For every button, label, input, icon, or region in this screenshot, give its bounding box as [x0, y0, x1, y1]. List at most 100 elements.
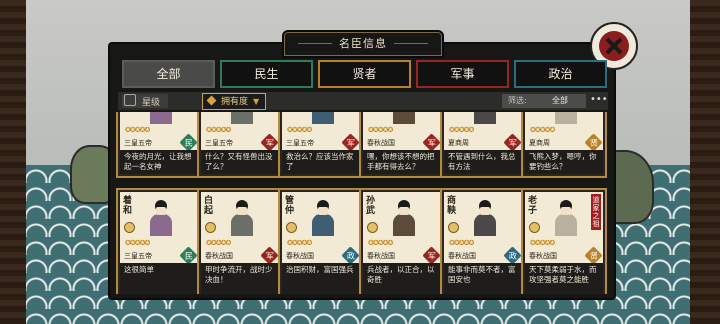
quote-strip: 不管遇到什么，我总有方法	[444, 150, 522, 174]
dynasty-label: 春秋战国	[529, 252, 557, 260]
more-options-button[interactable]: •••	[590, 94, 608, 108]
minister-quote: 治国积财，富国强兵	[286, 265, 354, 274]
quote-strip: 这很简单	[120, 263, 198, 294]
quote-strip: 甲时争流开，战时少决血！	[201, 263, 279, 294]
minister-card[interactable]: ✪✪✪✪✪ 三皇五帝 军什么？又有怪兽出没了么？	[199, 112, 281, 176]
minister-quote: 兵战者，以正合，以奇胜	[367, 265, 435, 284]
category-badge-text: 政	[346, 251, 355, 260]
dynasty-label: 春秋战国	[205, 252, 233, 260]
category-badge-text: 民	[184, 251, 193, 260]
minister-name: 孙武	[366, 196, 376, 216]
minister-name: 着和	[123, 196, 133, 216]
category-badge: 军	[260, 133, 279, 152]
minister-name: 商鞅	[447, 196, 457, 216]
minister-quote: 今夜的月光，让我想起一名女神	[124, 152, 192, 171]
minister-quote: 能事非而莫不者，富国安也	[448, 265, 516, 284]
minister-portrait	[300, 112, 346, 124]
category-badge-text: 军	[346, 138, 355, 147]
title-ornament-left	[298, 43, 332, 44]
dynasty-label: 夏商周	[448, 139, 469, 147]
star-rating: ✪✪✪✪✪	[530, 239, 555, 247]
minister-card[interactable]: 管仲 ✪✪✪✪✪ 春秋战国 政治国积财，富国强兵	[280, 190, 362, 294]
rarity-gem-icon	[205, 222, 216, 233]
tab-politics[interactable]: 政治	[514, 60, 607, 88]
category-badge: 贤	[584, 246, 603, 265]
minister-portrait	[462, 198, 508, 236]
dynasty-label: 三皇五帝	[124, 139, 152, 147]
minister-portrait	[138, 112, 184, 124]
diamond-icon	[206, 95, 217, 106]
category-badge: 军	[422, 246, 441, 265]
minister-portrait	[219, 198, 265, 236]
portrait-face	[480, 207, 490, 215]
rarity-gem-icon	[124, 222, 135, 233]
portrait-face	[156, 207, 166, 215]
minister-card[interactable]: 着和 ✪✪✪✪✪ 三皇五帝 民这很简单	[118, 190, 200, 294]
star-rating: ✪✪✪✪✪	[530, 126, 555, 134]
dynasty-label: 春秋战国	[286, 252, 314, 260]
gear-icon	[124, 94, 136, 106]
sort-dropdown[interactable]: 拥有度 ▼	[202, 93, 267, 110]
portrait-robe	[474, 214, 496, 236]
minister-card[interactable]: 商鞅 ✪✪✪✪✪ 春秋战国 政能事非而莫不者，富国安也	[442, 190, 524, 294]
star-rating: ✪✪✪✪✪	[449, 126, 474, 134]
minister-card[interactable]: ✪✪✪✪✪ 三皇五帝 军救治么？应该当作家了	[280, 112, 362, 176]
minister-quote: 天下莫柔弱于水，而攻坚强者莫之能胜	[529, 265, 597, 284]
portrait-robe	[150, 214, 172, 236]
tab-all[interactable]: 全部	[122, 60, 215, 88]
star-level-label: 星级	[142, 98, 161, 108]
tab-sage[interactable]: 贤者	[318, 60, 411, 88]
dynasty-label: 三皇五帝	[124, 252, 152, 260]
portrait-robe	[150, 112, 172, 124]
minister-card[interactable]: 老子 道家之祖 ✪✪✪✪✪ 春秋战国 贤天下莫柔弱于水，而攻坚强者莫之能胜	[523, 190, 605, 294]
minister-portrait	[543, 198, 589, 236]
minister-name: 白起	[204, 196, 214, 216]
rarity-gem-icon	[286, 222, 297, 233]
sort-label: 拥有度	[221, 97, 249, 107]
minister-portrait	[138, 198, 184, 236]
star-rating: ✪✪✪✪✪	[125, 126, 150, 134]
category-badge: 贤	[584, 133, 603, 152]
category-tabs: 全部 民生 贤者 军事 政治	[122, 60, 607, 88]
minister-quote: 不管遇到什么，我总有方法	[448, 152, 516, 171]
category-badge-text: 贤	[589, 251, 598, 260]
quote-strip: 能事非而莫不者，富国安也	[444, 263, 522, 294]
portrait-robe	[231, 112, 253, 124]
minister-card[interactable]: 白起 ✪✪✪✪✪ 春秋战国 军甲时争流开，战时少决血！	[199, 190, 281, 294]
star-rating: ✪✪✪✪✪	[368, 126, 393, 134]
star-rating: ✪✪✪✪✪	[287, 126, 312, 134]
tab-livelihood[interactable]: 民生	[220, 60, 313, 88]
minister-card-grid[interactable]: ✪✪✪✪✪ 三皇五帝民今夜的月光，让我想起一名女神 ✪✪✪✪✪ 三皇五帝军什么？又有怪…	[114, 112, 608, 294]
filter-value: 全部	[552, 96, 568, 105]
category-badge-text: 军	[427, 251, 436, 260]
category-badge-text: 民	[184, 138, 193, 147]
right-frame	[690, 0, 720, 324]
panel-title-tab: 名臣信息	[282, 30, 444, 58]
quote-strip: 治国积财，富国强兵	[282, 263, 360, 294]
category-badge-text: 贤	[589, 138, 598, 147]
portrait-face	[318, 207, 328, 215]
category-badge-text: 军	[508, 138, 517, 147]
minister-card[interactable]: 孙武 ✪✪✪✪✪ 春秋战国 军兵战者，以正合，以奇胜	[361, 190, 443, 294]
filter-select[interactable]: 筛选: 全部	[502, 94, 586, 108]
dynasty-label: 三皇五帝	[205, 139, 233, 147]
minister-card[interactable]: ✪✪✪✪✪ 夏商周 贤飞熊入梦，嗯哼，你要钓些么？	[523, 112, 605, 176]
minister-portrait	[300, 198, 346, 236]
star-level-filter[interactable]: 星级	[122, 94, 169, 108]
minister-card[interactable]: ✪✪✪✪✪ 三皇五帝 民今夜的月光，让我想起一名女神	[118, 112, 200, 176]
quote-strip: 飞熊入梦，嗯哼，你要钓些么？	[525, 150, 603, 174]
minister-card[interactable]: ✪✪✪✪✪ 夏商周 军不管遇到什么，我总有方法	[442, 112, 524, 176]
star-rating: ✪✪✪✪✪	[206, 239, 231, 247]
category-badge: 军	[260, 246, 279, 265]
star-rating: ✪✪✪✪✪	[449, 239, 474, 247]
dynasty-label: 春秋战国	[367, 139, 395, 147]
tab-military[interactable]: 军事	[416, 60, 509, 88]
category-badge-text: 军	[265, 138, 274, 147]
minister-name: 管仲	[285, 196, 295, 216]
portrait-robe	[393, 214, 415, 236]
portrait-robe	[474, 112, 496, 124]
portrait-robe	[312, 112, 334, 124]
dynasty-label: 春秋战国	[367, 252, 395, 260]
minister-card[interactable]: ✪✪✪✪✪ 春秋战国 军嘿，你想该不想的把手都有得去么？	[361, 112, 443, 176]
minister-name: 老子	[528, 196, 538, 216]
